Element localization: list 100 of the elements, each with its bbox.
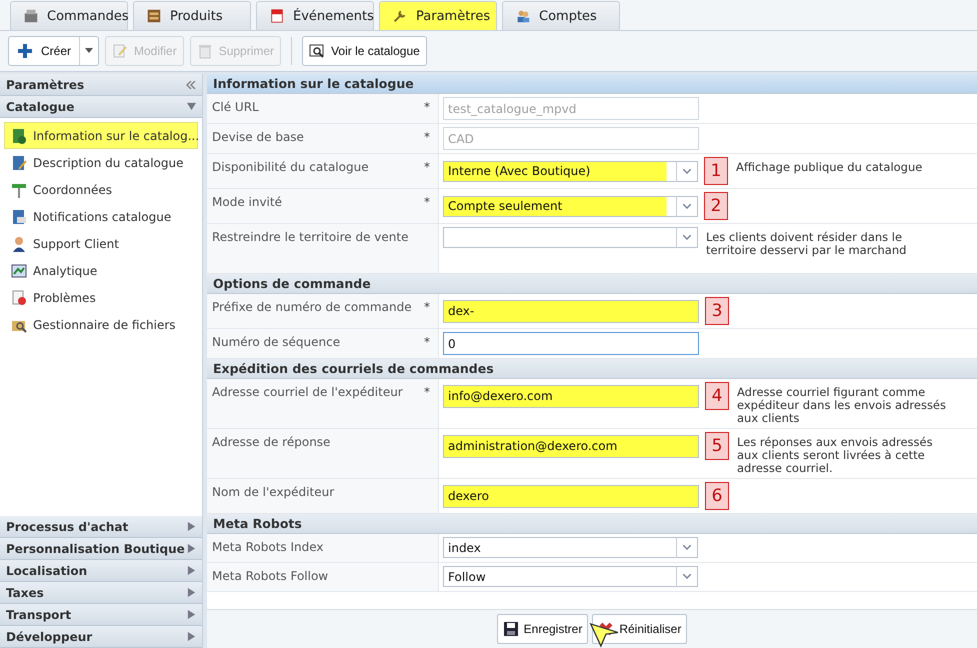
- field-label: Préfixe de numéro de commande: [212, 300, 412, 316]
- collapsed-icon: [187, 566, 196, 575]
- sidebar-item[interactable]: Problèmes: [4, 284, 198, 311]
- people-icon: [515, 8, 531, 24]
- callout-number: 1: [704, 157, 728, 185]
- calendar-icon: [269, 8, 285, 24]
- collapsed-icon: [187, 522, 196, 531]
- required-mark: *: [424, 195, 430, 211]
- register-icon: [23, 8, 39, 24]
- sidebar-item[interactable]: Description du catalogue: [4, 149, 198, 176]
- plus-icon: [17, 43, 33, 59]
- section-header: Options de commande: [207, 274, 977, 294]
- error-document-icon: [11, 290, 27, 306]
- sidebar-item[interactable]: Support Client: [4, 230, 198, 257]
- input-field[interactable]: administration@dexero.com: [443, 434, 699, 458]
- book-icon: [11, 128, 27, 144]
- collapsed-icon: [187, 544, 196, 553]
- input-field[interactable]: info@dexero.com: [443, 384, 699, 408]
- dropdown[interactable]: Compte seulement: [443, 196, 698, 216]
- section-header: Information sur le catalogue: [207, 74, 977, 94]
- create-split-button[interactable]: Créer: [8, 36, 100, 66]
- pencil-icon: [112, 43, 128, 59]
- expanded-icon: [187, 102, 196, 111]
- notification-icon: [11, 208, 27, 224]
- section-title: Taxes: [6, 586, 44, 600]
- section-title: Développeur: [6, 630, 92, 644]
- signpost-icon: [11, 182, 27, 198]
- dropdown[interactable]: [443, 227, 698, 248]
- accordion-header[interactable]: Processus d'achat: [0, 516, 202, 538]
- box-icon: [146, 8, 162, 24]
- collapsed-icon: [187, 632, 196, 641]
- tab[interactable]: Paramètres: [379, 1, 497, 30]
- callout-number: 3: [705, 297, 729, 325]
- tab[interactable]: Produits: [133, 1, 251, 30]
- collapse-icon[interactable]: [186, 80, 196, 88]
- callout-number: 5: [705, 432, 729, 460]
- required-mark: *: [424, 385, 430, 401]
- trash-icon: [196, 43, 213, 59]
- accordion-header[interactable]: Catalogue: [0, 96, 202, 118]
- tab[interactable]: Commandes: [10, 1, 128, 30]
- sidebar-item[interactable]: Notifications catalogue: [4, 203, 198, 230]
- chart-icon: [11, 262, 27, 278]
- callout-number: 6: [705, 482, 729, 510]
- field-label: Meta Robots Index: [212, 540, 324, 556]
- reset-button[interactable]: Réinitialiser: [592, 614, 688, 644]
- callout-number: 4: [705, 382, 729, 410]
- field-label: Adresse de réponse: [212, 435, 330, 451]
- required-mark: *: [424, 335, 430, 351]
- tab[interactable]: Événements: [256, 1, 374, 30]
- wrench-icon: [392, 8, 408, 24]
- field-label: Adresse courriel de l'expéditeur: [212, 385, 403, 401]
- callout-number: 2: [704, 192, 728, 220]
- accordion-header[interactable]: Transport: [0, 604, 202, 626]
- field-label: Disponibilité du catalogue: [212, 160, 369, 176]
- save-button[interactable]: Enregistrer: [496, 614, 588, 644]
- tab[interactable]: Comptes: [502, 1, 620, 30]
- sidebar-title: Paramètres: [6, 78, 84, 92]
- required-mark: *: [424, 100, 430, 116]
- required-mark: *: [424, 130, 430, 146]
- section-title: Personnalisation Boutique: [6, 542, 185, 556]
- section-header: Meta Robots: [207, 514, 977, 534]
- collapsed-icon: [187, 610, 196, 619]
- field-hint: Adresse courriel figurant comme expéditeur dans les envois adressés aux clients: [737, 384, 947, 425]
- create-label: Créer: [41, 44, 72, 58]
- person-icon: [11, 236, 27, 252]
- section-title: Localisation: [6, 564, 88, 578]
- section-title: Catalogue: [6, 100, 74, 114]
- sidebar-item[interactable]: Information sur le catalog...: [4, 122, 198, 149]
- dropdown[interactable]: Follow: [443, 566, 698, 587]
- input-field[interactable]: dexero: [443, 484, 699, 508]
- section-title: Transport: [6, 608, 72, 622]
- search-icon: [309, 43, 326, 59]
- input-field[interactable]: dex-: [443, 300, 699, 322]
- sidebar-item[interactable]: Coordonnées: [4, 176, 198, 203]
- accordion-header[interactable]: Personnalisation Boutique: [0, 538, 202, 560]
- field-label: Mode invité: [212, 195, 282, 211]
- dropdown[interactable]: Interne (Avec Boutique): [443, 160, 698, 182]
- pencil-book-icon: [11, 154, 27, 170]
- accordion-header[interactable]: Localisation: [0, 560, 202, 582]
- section-title: Processus d'achat: [6, 520, 128, 534]
- accordion-header[interactable]: Développeur: [0, 626, 202, 648]
- required-mark: *: [424, 160, 430, 176]
- caret-icon[interactable]: [85, 48, 94, 53]
- accordion-header[interactable]: Taxes: [0, 582, 202, 604]
- field-label: Nom de l'expéditeur: [212, 485, 334, 501]
- sidebar-item[interactable]: Analytique: [4, 257, 198, 284]
- field-hint: Les réponses aux envois adressés aux clients seront livrées à cette adresse courriel.: [737, 434, 934, 475]
- field-hint: Affichage publique du catalogue: [736, 159, 924, 174]
- field-label: Devise de base: [212, 130, 304, 146]
- sidebar-item[interactable]: Gestionnaire de fichiers: [4, 311, 198, 338]
- required-mark: *: [424, 300, 430, 316]
- dropdown[interactable]: index: [443, 537, 698, 558]
- section-header: Expédition des courriels de commandes: [207, 359, 977, 379]
- field-label: Clé URL: [212, 100, 259, 116]
- toolbar-button[interactable]: Voir le catalogue: [302, 36, 427, 66]
- field-label: Restreindre le territoire de vente: [212, 230, 408, 246]
- field-hint: Les clients doivent résider dans le territoire desservi par le marchand: [706, 229, 908, 257]
- input-field[interactable]: 0: [443, 332, 699, 355]
- collapsed-icon: [187, 588, 196, 597]
- field-label: Meta Robots Follow: [212, 569, 328, 585]
